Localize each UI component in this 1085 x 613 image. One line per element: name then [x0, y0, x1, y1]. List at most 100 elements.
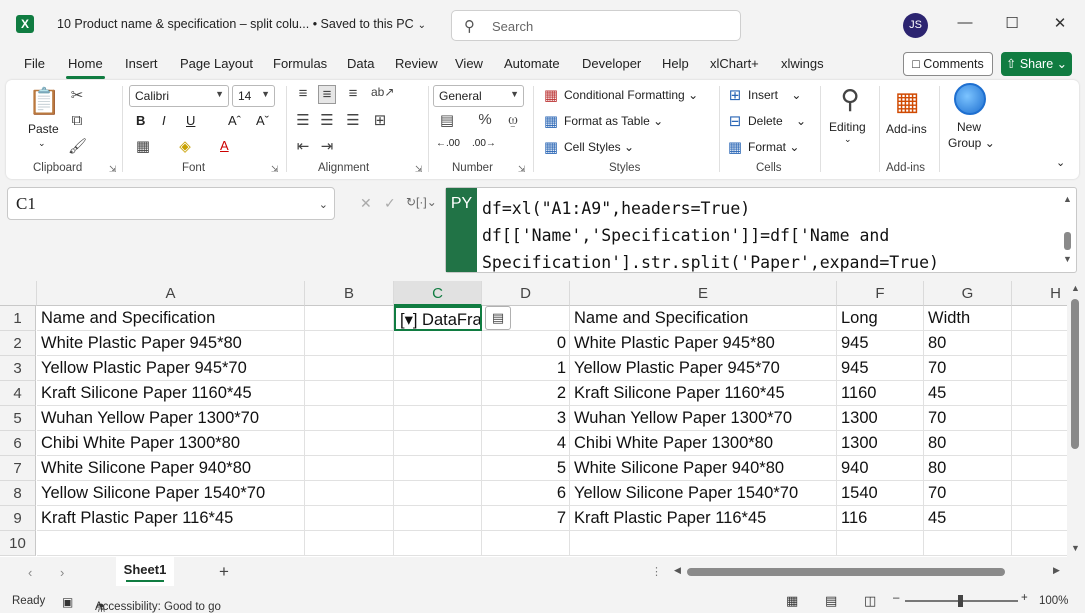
- scroll-thumb[interactable]: [687, 568, 1005, 576]
- column-header-d[interactable]: D: [482, 281, 570, 306]
- chevron-left-icon[interactable]: ‹: [28, 565, 32, 580]
- tab-formulas[interactable]: Formulas: [273, 56, 327, 71]
- cell-f1[interactable]: Long: [837, 306, 924, 331]
- font-color-icon[interactable]: A: [220, 138, 229, 153]
- decrease-font-icon[interactable]: Aˇ: [256, 113, 269, 128]
- accounting-icon[interactable]: ▤: [438, 111, 456, 129]
- cell-h10[interactable]: [1012, 531, 1067, 556]
- normal-view-icon[interactable]: ▦: [786, 593, 798, 609]
- formula-code[interactable]: df=xl("A1:A9",headers=True) df[['Name','S…: [482, 195, 939, 276]
- cell-d5[interactable]: 3: [482, 406, 570, 431]
- decrease-decimal-icon[interactable]: .00→: [472, 138, 496, 149]
- cell-c1-python-output[interactable]: [▾] DataFra: [394, 306, 482, 331]
- format-cells-button[interactable]: Format ⌄: [748, 140, 799, 154]
- cell-e9[interactable]: Kraft Plastic Paper 116*45: [570, 506, 837, 531]
- cell-a2[interactable]: White Plastic Paper 945*80: [37, 331, 305, 356]
- chevron-down-icon[interactable]: ▼: [1063, 254, 1072, 264]
- cell-b4[interactable]: [305, 381, 394, 406]
- paste-label[interactable]: Paste: [28, 122, 59, 136]
- column-header-h[interactable]: H: [1012, 281, 1067, 306]
- row-header-9[interactable]: 9: [0, 506, 36, 531]
- cell-b5[interactable]: [305, 406, 394, 431]
- row-header-2[interactable]: 2: [0, 331, 36, 356]
- cell-c3[interactable]: [394, 356, 482, 381]
- align-center-icon[interactable]: ☰: [318, 111, 336, 129]
- cell-d3[interactable]: 1: [482, 356, 570, 381]
- format-as-table-button[interactable]: Format as Table ⌄: [564, 114, 663, 128]
- tab-developer[interactable]: Developer: [582, 56, 641, 71]
- cell-b6[interactable]: [305, 431, 394, 456]
- font-name-select[interactable]: Calibri ▼: [129, 85, 229, 107]
- chevron-down-icon[interactable]: ▼: [1071, 543, 1080, 553]
- cell-e4[interactable]: Kraft Silicone Paper 1160*45: [570, 381, 837, 406]
- avatar[interactable]: JS: [903, 13, 928, 38]
- cell-c6[interactable]: [394, 431, 482, 456]
- cell-a10[interactable]: [37, 531, 305, 556]
- orientation-icon[interactable]: ab↗: [371, 85, 394, 99]
- number-launcher-icon[interactable]: ⇲: [518, 164, 526, 175]
- cell-h7[interactable]: [1012, 456, 1067, 481]
- horizontal-scrollbar[interactable]: ◀ ▶: [672, 565, 1064, 578]
- chevron-right-icon[interactable]: ›: [60, 565, 64, 580]
- column-header-a[interactable]: A: [37, 281, 305, 306]
- cell-a7[interactable]: White Silicone Paper 940*80: [37, 456, 305, 481]
- cell-h5[interactable]: [1012, 406, 1067, 431]
- row-header-10[interactable]: 10: [0, 531, 36, 556]
- column-header-b[interactable]: B: [305, 281, 394, 306]
- comma-icon[interactable]: ⍹: [504, 111, 522, 128]
- cell-c7[interactable]: [394, 456, 482, 481]
- cell-g4[interactable]: 45: [924, 381, 1012, 406]
- cell-g2[interactable]: 80: [924, 331, 1012, 356]
- add-ins-button[interactable]: Add-ins: [886, 122, 927, 136]
- italic-icon[interactable]: I: [162, 113, 166, 128]
- cell-d6[interactable]: 4: [482, 431, 570, 456]
- fill-color-icon[interactable]: ◈: [176, 137, 194, 155]
- row-header-4[interactable]: 4: [0, 381, 36, 406]
- maximize-icon[interactable]: ☐: [1002, 14, 1022, 32]
- cell-b7[interactable]: [305, 456, 394, 481]
- tab-xlwings[interactable]: xlwings: [781, 56, 824, 71]
- cancel-icon[interactable]: ✕: [360, 195, 372, 212]
- chevron-left-icon[interactable]: ◀: [674, 565, 681, 576]
- formula-bar[interactable]: PY df=xl("A1:A9",headers=True) df[['Name'…: [445, 187, 1077, 273]
- align-left-icon[interactable]: ☰: [294, 111, 312, 129]
- copy-icon[interactable]: ⧉: [68, 112, 86, 129]
- cell-e8[interactable]: Yellow Silicone Paper 1540*70: [570, 481, 837, 506]
- font-launcher-icon[interactable]: ⇲: [271, 164, 279, 175]
- borders-icon[interactable]: ▦: [134, 137, 152, 155]
- formula-scrollbar[interactable]: ▲ ▼: [1063, 194, 1072, 264]
- tab-file[interactable]: File: [24, 56, 45, 71]
- cell-d4[interactable]: 2: [482, 381, 570, 406]
- row-header-5[interactable]: 5: [0, 406, 36, 431]
- tab-review[interactable]: Review: [395, 56, 438, 71]
- cell-g1[interactable]: Width: [924, 306, 1012, 331]
- tab-page-layout[interactable]: Page Layout: [180, 56, 253, 71]
- cell-f2[interactable]: 945: [837, 331, 924, 356]
- cell-f9[interactable]: 116: [837, 506, 924, 531]
- search-box[interactable]: ⚲ Search: [451, 10, 741, 41]
- increase-font-icon[interactable]: Aˆ: [228, 113, 241, 128]
- cell-a8[interactable]: Yellow Silicone Paper 1540*70: [37, 481, 305, 506]
- paste-dropdown-icon[interactable]: ⌄: [38, 138, 46, 149]
- cell-d10[interactable]: [482, 531, 570, 556]
- new-group-button[interactable]: Group ⌄: [948, 136, 995, 150]
- zoom-level[interactable]: 100%: [1039, 595, 1068, 607]
- cell-c4[interactable]: [394, 381, 482, 406]
- cell-a4[interactable]: Kraft Silicone Paper 1160*45: [37, 381, 305, 406]
- comments-button[interactable]: □ Comments: [903, 52, 993, 76]
- cell-d9[interactable]: 7: [482, 506, 570, 531]
- cell-g5[interactable]: 70: [924, 406, 1012, 431]
- row-header-8[interactable]: 8: [0, 481, 36, 506]
- align-bottom-icon[interactable]: ≡: [344, 85, 362, 102]
- cell-a9[interactable]: Kraft Plastic Paper 116*45: [37, 506, 305, 531]
- cell-f3[interactable]: 945: [837, 356, 924, 381]
- cell-b10[interactable]: [305, 531, 394, 556]
- cell-g3[interactable]: 70: [924, 356, 1012, 381]
- cell-d7[interactable]: 5: [482, 456, 570, 481]
- insert-cells-button[interactable]: Insert ⌄: [748, 88, 801, 102]
- zoom-slider-handle[interactable]: [958, 595, 963, 607]
- sheet-tab-sheet1[interactable]: Sheet1: [116, 557, 174, 586]
- cell-e3[interactable]: Yellow Plastic Paper 945*70: [570, 356, 837, 381]
- row-header-7[interactable]: 7: [0, 456, 36, 481]
- add-sheet-icon[interactable]: +: [219, 562, 229, 582]
